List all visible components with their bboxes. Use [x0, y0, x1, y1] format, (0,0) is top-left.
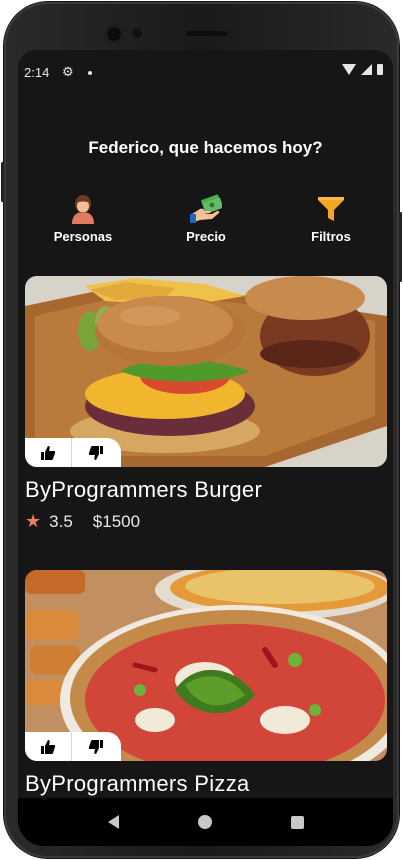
- status-time: 2:14: [24, 65, 50, 80]
- filter-precio[interactable]: Precio: [156, 194, 256, 244]
- thumbs-up-button[interactable]: [25, 732, 72, 761]
- restaurant-meta: ★ 3.5 $1500: [25, 511, 387, 532]
- restaurant-rating: 3.5: [49, 511, 73, 531]
- filter-label: Filtros: [311, 229, 351, 244]
- status-bar: 2:14 ⚙: [18, 60, 393, 84]
- restaurant-price: $1500: [92, 511, 141, 531]
- restaurant-card[interactable]: ByProgrammers Pizza: [25, 570, 387, 797]
- funnel-icon: [318, 197, 344, 221]
- greeting-title: Federico, que hacemos hoy?: [88, 138, 323, 157]
- power-button: [399, 212, 402, 282]
- filter-label: Personas: [53, 229, 113, 244]
- wifi-icon: [342, 64, 356, 75]
- phone-frame: 2:14 ⚙ Federico, que hacemos hoy? Person…: [1, 2, 402, 858]
- filter-filtros[interactable]: Filtros: [281, 194, 381, 244]
- thumbs-up-icon: [41, 739, 56, 754]
- status-icons: [342, 64, 383, 75]
- proximity-sensor: [132, 28, 142, 38]
- filter-label: Precio: [186, 229, 226, 244]
- thumbs-down-button[interactable]: [72, 732, 119, 761]
- android-nav-bar: [18, 798, 393, 846]
- filter-personas[interactable]: Personas: [33, 194, 133, 244]
- vote-buttons: [25, 732, 121, 761]
- signal-icon: [361, 64, 372, 75]
- dot-icon: [88, 71, 92, 75]
- star-icon: ★: [25, 511, 42, 531]
- restaurant-name[interactable]: ByProgrammers Pizza: [25, 771, 387, 797]
- thumbs-down-icon: [88, 739, 103, 754]
- restaurant-card[interactable]: ByProgrammers Burger ★ 3.5 $1500: [25, 276, 387, 532]
- app-screen: 2:14 ⚙ Federico, que hacemos hoy? Person…: [18, 50, 393, 846]
- burger-photo[interactable]: [25, 276, 387, 467]
- pizza-photo[interactable]: [25, 570, 387, 761]
- person-icon: [72, 195, 94, 224]
- thumbs-down-button[interactable]: [72, 438, 119, 467]
- earpiece-speaker: [186, 31, 228, 36]
- filter-row: Personas Precio Filtros: [18, 194, 393, 254]
- thumbs-up-icon: [41, 445, 56, 460]
- vote-buttons: [25, 438, 121, 467]
- volume-button: [1, 162, 4, 202]
- recents-icon[interactable]: [290, 815, 304, 829]
- battery-icon: [377, 64, 383, 75]
- thumbs-up-button[interactable]: [25, 438, 72, 467]
- restaurant-name[interactable]: ByProgrammers Burger: [25, 477, 387, 503]
- home-icon[interactable]: [197, 815, 212, 829]
- back-icon[interactable]: [107, 815, 119, 829]
- front-camera: [104, 24, 124, 44]
- money-icon: [190, 194, 222, 223]
- thumbs-down-icon: [88, 445, 103, 460]
- gear-icon: ⚙: [62, 64, 74, 79]
